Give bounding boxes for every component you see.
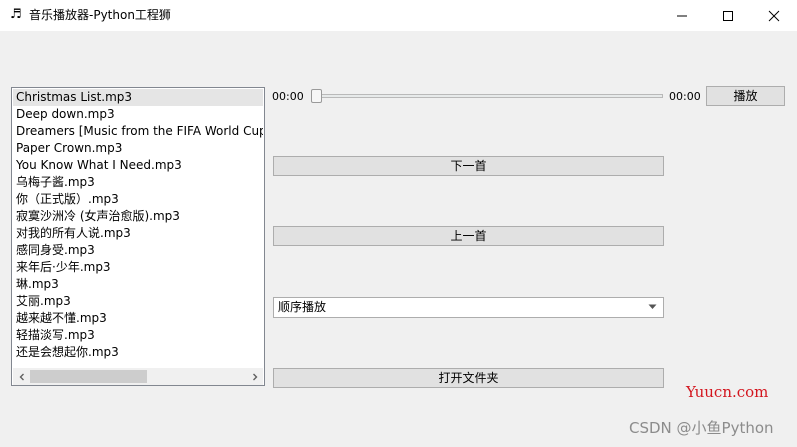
window-title: 音乐播放器-Python工程狮	[29, 8, 171, 22]
previous-track-button[interactable]: 上一首	[273, 226, 664, 246]
minimize-icon	[677, 15, 687, 16]
playlist-item[interactable]: Dreamers [Music from the FIFA World Cup	[13, 123, 263, 140]
playlist-listbox[interactable]: Christmas List.mp3 Deep down.mp3 Dreamers …	[11, 87, 265, 386]
scrollbar-thumb[interactable]	[30, 370, 147, 383]
title-bar: ♬ 音乐播放器-Python工程狮	[0, 0, 797, 31]
horizontal-scrollbar[interactable]	[13, 368, 263, 385]
playlist-item[interactable]: 你（正式版）.mp3	[13, 191, 263, 208]
playlist-item[interactable]: 寂寞沙洲冷 (女声治愈版).mp3	[13, 208, 263, 225]
playlist-item[interactable]: 琳.mp3	[13, 276, 263, 293]
maximize-button[interactable]	[705, 0, 751, 31]
scroll-left-button[interactable]	[13, 368, 30, 385]
play-mode-select[interactable]: 顺序播放	[273, 297, 664, 318]
playlist-item[interactable]: You Know What I Need.mp3	[13, 157, 263, 174]
site-watermark: Yuucn.com	[686, 383, 769, 401]
maximize-icon	[723, 10, 733, 21]
playlist-item[interactable]: 对我的所有人说.mp3	[13, 225, 263, 242]
progress-slider-track[interactable]	[311, 94, 663, 98]
csdn-watermark: CSDN @小鱼Python	[629, 419, 774, 437]
chevron-down-icon	[648, 304, 657, 309]
playlist-item[interactable]: 感同身受.mp3	[13, 242, 263, 259]
playlist-item[interactable]: 来年后·少年.mp3	[13, 259, 263, 276]
scroll-right-button[interactable]	[246, 368, 263, 385]
playlist-item[interactable]: 艾丽.mp3	[13, 293, 263, 310]
chevron-right-icon	[252, 373, 257, 380]
playlist-item[interactable]: Paper Crown.mp3	[13, 140, 263, 157]
play-button[interactable]: 播放	[706, 86, 785, 106]
playlist-item[interactable]: 还是会想起你.mp3	[13, 344, 263, 361]
open-folder-button[interactable]: 打开文件夹	[273, 368, 664, 388]
playlist-item[interactable]: Christmas List.mp3	[13, 89, 263, 106]
play-mode-value: 顺序播放	[278, 300, 327, 314]
next-track-button[interactable]: 下一首	[273, 156, 664, 176]
playlist-item[interactable]: Deep down.mp3	[13, 106, 263, 123]
close-icon	[768, 10, 780, 21]
playlist-item[interactable]: 越来越不懂.mp3	[13, 310, 263, 327]
total-time: 00:00	[669, 90, 701, 103]
music-note-icon: ♬	[10, 7, 22, 22]
playlist-item[interactable]: 轻描淡写.mp3	[13, 327, 263, 344]
playlist-item[interactable]: 乌梅子酱.mp3	[13, 174, 263, 191]
current-time: 00:00	[272, 90, 304, 103]
chevron-left-icon	[19, 373, 24, 380]
minimize-button[interactable]	[659, 0, 705, 31]
close-button[interactable]	[751, 0, 797, 31]
progress-slider-handle[interactable]	[311, 89, 322, 103]
